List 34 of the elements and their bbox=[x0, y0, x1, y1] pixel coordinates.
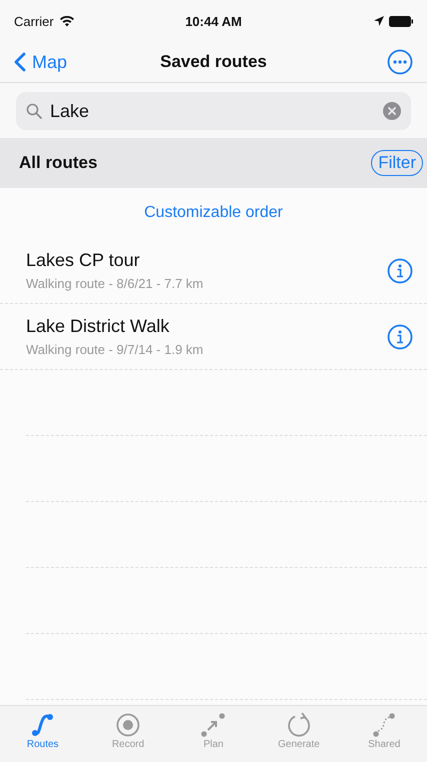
route-name: Lake District Walk bbox=[26, 316, 170, 337]
route-details: Walking route - 9/7/14 - 1.9 km bbox=[26, 342, 204, 357]
nav-title: Saved routes bbox=[160, 52, 267, 72]
info-icon[interactable] bbox=[387, 258, 413, 284]
route-curve-icon bbox=[30, 712, 56, 738]
plan-arrow-icon bbox=[200, 712, 226, 738]
dotted-route-icon bbox=[371, 712, 398, 738]
customizable-order-link[interactable]: Customizable order bbox=[144, 204, 283, 222]
tab[interactable]: Plan bbox=[178, 712, 248, 762]
refresh-icon bbox=[286, 712, 312, 738]
search-icon bbox=[26, 103, 42, 119]
location-arrow-icon bbox=[374, 16, 384, 26]
route-row[interactable]: Lake District Walk Walking route - 9/7/14 - 1.9 km bbox=[0, 304, 427, 370]
route-row[interactable]: Lakes CP tour Walking route - 8/6/21 - 7.7 km bbox=[0, 238, 427, 304]
carrier-label: Carrier bbox=[14, 14, 54, 28]
tab[interactable]: Record bbox=[93, 712, 164, 762]
route-name: Lakes CP tour bbox=[26, 250, 141, 271]
wifi-icon bbox=[58, 15, 75, 27]
filter-button[interactable]: Filter bbox=[371, 150, 423, 176]
section-title: All routes bbox=[19, 153, 98, 173]
battery-icon bbox=[389, 16, 413, 26]
status-time: 10:44 AM bbox=[185, 14, 242, 28]
record-icon bbox=[115, 712, 142, 738]
search-input[interactable]: Lake bbox=[48, 100, 377, 122]
route-details: Walking route - 8/6/21 - 7.7 km bbox=[26, 276, 204, 291]
tab[interactable]: Shared bbox=[349, 712, 420, 762]
more-icon[interactable] bbox=[387, 49, 413, 75]
search-field[interactable]: Lake bbox=[16, 92, 411, 130]
info-icon[interactable] bbox=[387, 324, 413, 350]
tab[interactable]: Routes bbox=[8, 712, 78, 762]
clear-icon[interactable] bbox=[383, 102, 401, 120]
chevron-left-icon bbox=[14, 52, 26, 72]
tab[interactable]: Generate bbox=[264, 712, 334, 762]
back-button[interactable]: Map bbox=[14, 52, 68, 72]
